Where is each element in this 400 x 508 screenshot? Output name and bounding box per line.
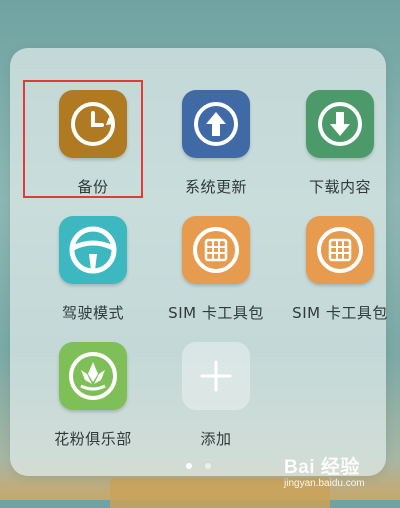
app-label: SIM 卡工具包 [292,304,388,322]
app-label: SIM 卡工具包 [168,304,264,322]
app-label: 驾驶模式 [61,304,124,322]
add-app-button[interactable]: 添加 [156,342,276,452]
watermark-brand: Bai 经验 [284,457,360,478]
plus-icon [182,342,250,410]
page-dot [205,463,212,469]
app-huafen-club[interactable]: 花粉俱乐部 [33,342,153,452]
lotus-icon [59,342,127,410]
page-dot-active [186,463,192,469]
app-label: 花粉俱乐部 [54,430,132,448]
selection-highlight [23,80,143,198]
app-sim-toolkit-2[interactable]: SIM 卡工具包 [280,216,400,326]
arrow-up-circle-icon [182,90,250,158]
sim-card-icon [306,216,374,284]
app-system-update[interactable]: 系统更新 [156,90,276,200]
app-label: 添加 [200,430,232,448]
app-label: 下载内容 [308,178,371,196]
steering-wheel-icon [59,216,127,284]
page-indicator [186,454,219,473]
baidu-watermark: Bai 经验 jingyan.baidu.com [282,452,392,492]
app-label: 系统更新 [184,178,247,196]
watermark-url: jingyan.baidu.com [284,478,365,489]
arrow-down-circle-icon [306,90,374,158]
app-driving-mode[interactable]: 驾驶模式 [33,216,153,326]
app-sim-toolkit-1[interactable]: SIM 卡工具包 [156,216,276,326]
sim-card-icon [182,216,250,284]
app-downloads[interactable]: 下载内容 [280,90,400,200]
